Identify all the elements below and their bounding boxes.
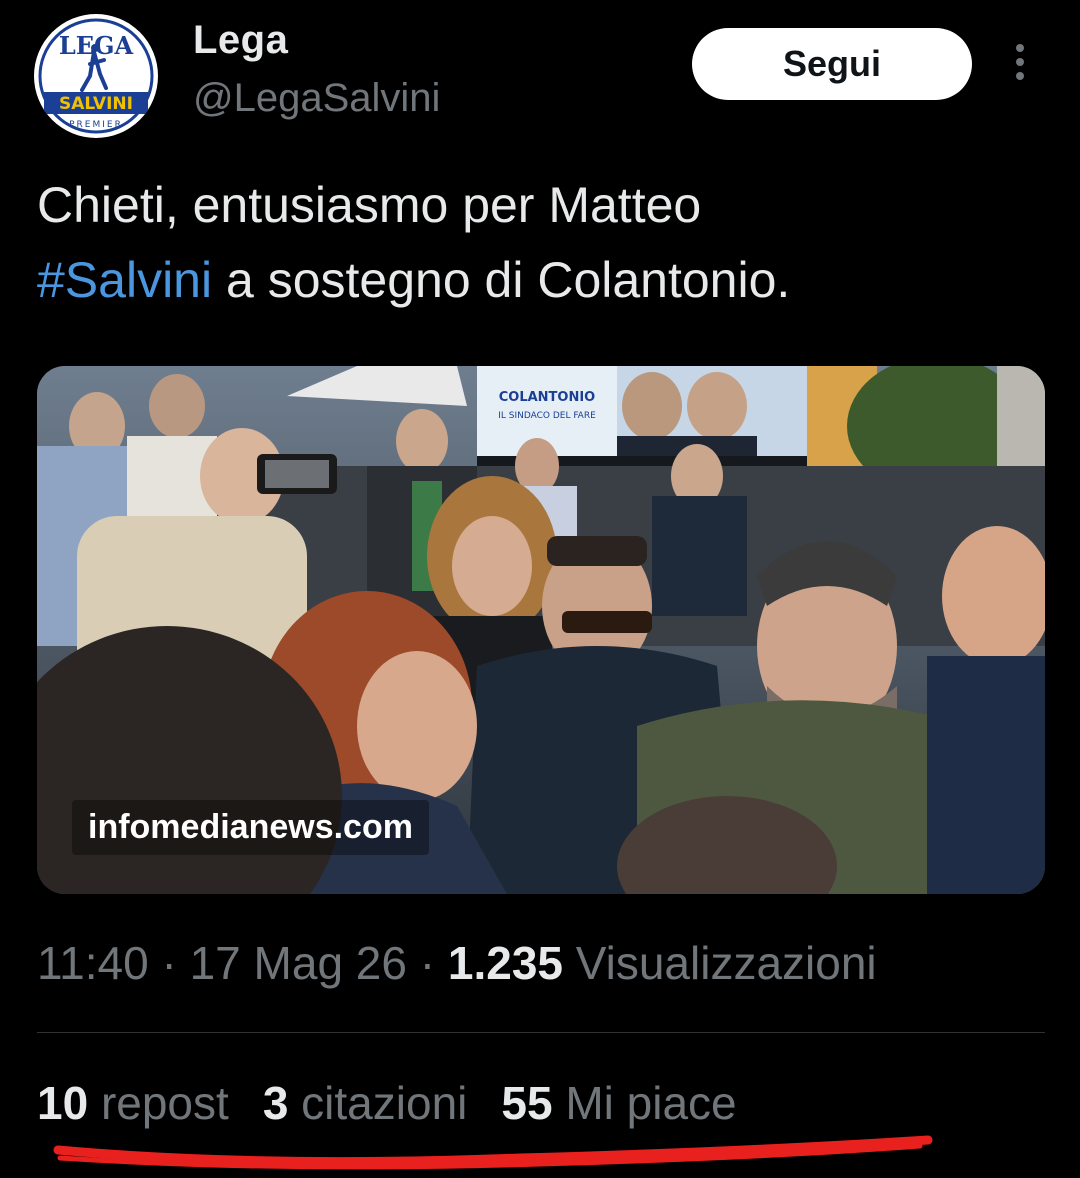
- tweet-meta: 11:40 · 17 Mag 26 · 1.235 Visualizzazion…: [37, 936, 877, 990]
- hashtag-link[interactable]: #Salvini: [37, 252, 212, 308]
- reposts-label: repost: [88, 1077, 229, 1129]
- likes-stat[interactable]: 55 Mi piace: [501, 1077, 736, 1129]
- banner-text: COLANTONIO: [499, 390, 596, 405]
- follow-button[interactable]: Segui: [692, 28, 972, 100]
- reposts-count: 10: [37, 1077, 89, 1129]
- logo-text-banner: SALVINI: [59, 94, 133, 114]
- more-vertical-icon[interactable]: [1006, 44, 1034, 88]
- views-label: Visualizzazioni: [563, 937, 877, 989]
- logo-text-bottom: PREMIER: [69, 120, 123, 130]
- quotes-count: 3: [262, 1077, 289, 1129]
- views-count: 1.235: [447, 937, 563, 989]
- tweet-photo[interactable]: COLANTONIO IL SINDACO DEL FARE infomedia…: [37, 366, 1045, 894]
- display-name[interactable]: Lega: [193, 18, 288, 63]
- tweet-header: LEGA SALVINI PREMIER Lega @LegaSalvini S…: [0, 0, 1080, 150]
- tweet-text-part: a sostegno di Colantonio.: [212, 252, 791, 308]
- likes-label: Mi piace: [552, 1077, 737, 1129]
- photo-watermark: infomedianews.com: [72, 800, 429, 855]
- tweet-text-part: Chieti, entusiasmo per Matteo: [37, 177, 702, 233]
- quotes-label: citazioni: [288, 1077, 468, 1129]
- likes-count: 55: [501, 1077, 553, 1129]
- tweet-text: Chieti, entusiasmo per Matteo #Salvini a…: [37, 168, 1047, 318]
- quotes-stat[interactable]: 3 citazioni: [263, 1077, 468, 1129]
- tweet-time[interactable]: 11:40: [37, 937, 149, 989]
- meta-separator: ·: [406, 937, 448, 989]
- tweet-date[interactable]: 17 Mag 26: [190, 937, 407, 989]
- reposts-stat[interactable]: 10 repost: [37, 1077, 229, 1129]
- divider: [37, 1032, 1045, 1033]
- user-handle[interactable]: @LegaSalvini: [193, 76, 440, 121]
- lega-logo-icon: LEGA SALVINI PREMIER: [36, 16, 156, 136]
- banner-subtext: IL SINDACO DEL FARE: [498, 411, 596, 421]
- avatar[interactable]: LEGA SALVINI PREMIER: [34, 14, 158, 138]
- engagement-stats: 10 repost 3 citazioni 55 Mi piace: [37, 1076, 771, 1130]
- meta-separator: ·: [148, 937, 190, 989]
- red-underline-annotation: [53, 1135, 933, 1170]
